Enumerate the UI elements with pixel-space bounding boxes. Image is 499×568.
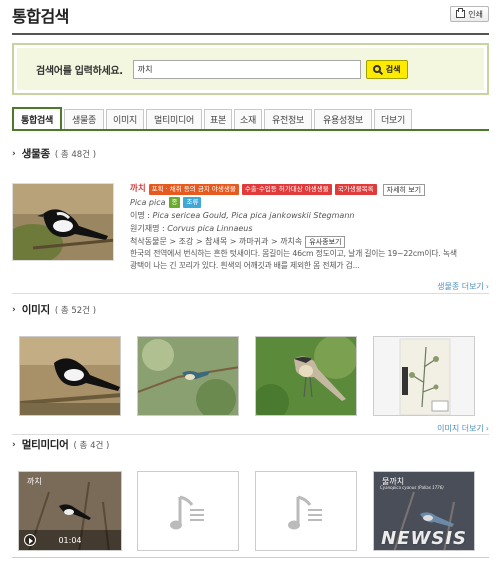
group-badge: 조류 xyxy=(183,197,202,208)
section-title: 이미지 xyxy=(21,304,50,316)
music-note-icon xyxy=(256,472,356,550)
species-name[interactable]: 까치 xyxy=(130,183,146,196)
tab-usefulness[interactable]: 유용성정보 xyxy=(314,109,372,129)
synonym-label: 이명 : xyxy=(130,211,150,220)
section-divider xyxy=(12,293,489,294)
image-more-link[interactable]: 이미지 더보기 › xyxy=(437,423,489,434)
section-count: ( 총 48건 ) xyxy=(54,149,97,160)
species-photo[interactable] xyxy=(12,183,114,261)
tab-specimens[interactable]: 표본 xyxy=(204,109,232,129)
bottom-divider xyxy=(12,557,489,558)
chevron-right-icon: › xyxy=(485,424,489,433)
chevron-right-icon: › xyxy=(12,439,16,450)
chevron-right-icon: › xyxy=(12,148,16,159)
watermark: NEWSIS xyxy=(381,528,467,549)
species-description: 광택이 나는 긴 꼬리가 있다. 흰색의 어깨깃과 배를 제외한 몸 전체가 검… xyxy=(130,260,360,270)
print-button[interactable]: 인쇄 xyxy=(450,6,489,22)
search-label: 검색어를 입력하세요. xyxy=(36,65,123,77)
section-divider xyxy=(12,434,489,435)
printer-icon xyxy=(456,8,466,18)
original-name-value: Corvus pica Linnaeus xyxy=(167,224,253,233)
chevron-right-icon: › xyxy=(485,282,489,291)
video-subtitle: Cyanopica cyanus (Pallas 1776) xyxy=(380,485,444,490)
image-thumbnail[interactable] xyxy=(137,336,239,416)
section-title: 생물종 xyxy=(21,148,50,160)
tab-integrated[interactable]: 통합검색 xyxy=(12,107,62,129)
search-icon xyxy=(372,65,381,73)
page-title: 통합검색 xyxy=(12,7,69,26)
status-badge: 수출·수입등 허가대상 야생생물 xyxy=(241,184,332,195)
image-thumbnail[interactable] xyxy=(19,336,121,416)
species-section-header: › 생물종 ( 총 48건 ) xyxy=(12,146,96,161)
title-divider xyxy=(12,33,489,35)
tab-more[interactable]: 더보기 xyxy=(374,109,412,129)
species-more-link[interactable]: 생물종 더보기 › xyxy=(437,281,489,292)
audio-card[interactable] xyxy=(255,471,357,551)
tab-multimedia[interactable]: 멀티미디어 xyxy=(146,109,202,129)
species-description: 한국의 전역에서 번식하는 흔한 텃새이다. 몸길이는 46cm 정도이고, 날… xyxy=(130,249,457,258)
search-panel: 검색어를 입력하세요. 검색 xyxy=(12,43,489,95)
status-badge: 포획 · 채취 등의 금지 야생생물 xyxy=(148,184,239,195)
more-link-label: 생물종 더보기 xyxy=(437,282,484,291)
tab-materials[interactable]: 소재 xyxy=(234,109,262,129)
video-card[interactable]: 까치 01:04 xyxy=(18,471,122,551)
tab-genetics[interactable]: 유전정보 xyxy=(264,109,312,129)
section-title: 멀티미디어 xyxy=(21,439,69,451)
image-thumbnail[interactable] xyxy=(373,336,475,416)
detail-view-button[interactable]: 자세히 보기 xyxy=(382,183,426,196)
audio-card[interactable] xyxy=(137,471,239,551)
image-section-header: › 이미지 ( 총 52건 ) xyxy=(12,302,96,317)
section-count: ( 총 52건 ) xyxy=(54,305,97,316)
music-note-icon xyxy=(138,472,238,550)
more-link-label: 이미지 더보기 xyxy=(437,424,484,433)
synonym-value: Pica sericea Gould, Pica pica jankowskii… xyxy=(152,211,355,220)
chevron-right-icon: › xyxy=(12,304,16,315)
play-icon[interactable] xyxy=(24,534,36,546)
status-badge: 국가생물목록 xyxy=(334,184,377,195)
image-thumbnail[interactable] xyxy=(255,336,357,416)
search-button-label: 검색 xyxy=(385,64,401,74)
search-button[interactable]: 검색 xyxy=(365,59,408,79)
similar-species-button[interactable]: 유사종보기 xyxy=(305,235,346,248)
tab-bar: 통합검색 생물종 이미지 멀티미디어 표본 소재 유전정보 유용성정보 더보기 xyxy=(12,107,489,131)
section-count: ( 총 4건 ) xyxy=(73,440,110,451)
print-label: 인쇄 xyxy=(468,9,483,19)
scientific-name: Pica pica xyxy=(130,198,166,207)
tab-species[interactable]: 생물종 xyxy=(64,109,104,129)
taxonomy-breadcrumb: 척삭동물문 > 조강 > 참새목 > 까마귀과 > 까치속 xyxy=(130,237,303,246)
video-title: 까치 xyxy=(27,477,42,486)
tab-images[interactable]: 이미지 xyxy=(106,109,144,129)
original-name-label: 원기재명 : xyxy=(130,224,165,233)
search-input[interactable] xyxy=(132,59,361,79)
multimedia-section-header: › 멀티미디어 ( 총 4건 ) xyxy=(12,437,109,452)
rank-badge: 종 xyxy=(168,197,181,208)
species-result: 까치 포획 · 채취 등의 금지 야생생물 수출·수입등 허가대상 야생생물 국… xyxy=(130,183,490,271)
